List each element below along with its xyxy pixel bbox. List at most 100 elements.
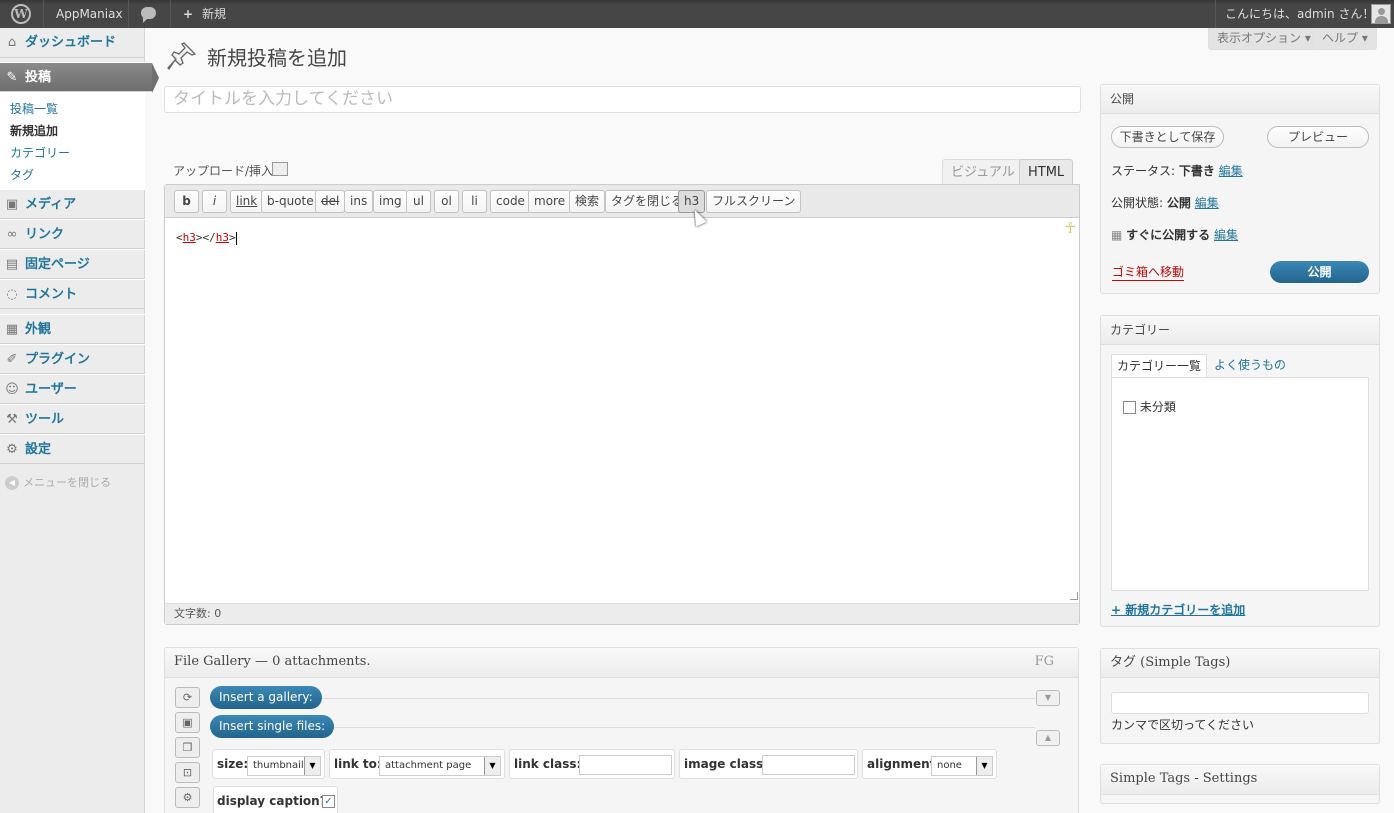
post-visibility: 公開状態: 公開 編集 xyxy=(1111,194,1219,211)
divider xyxy=(43,0,44,28)
lock-icon[interactable]: ⊡ xyxy=(175,762,200,783)
add-new-category-link[interactable]: + 新規カテゴリーを追加 xyxy=(1111,601,1245,618)
qt-italic-button[interactable]: i xyxy=(202,190,227,213)
qt-img-button[interactable]: img xyxy=(373,190,408,213)
category-box-title[interactable]: カテゴリー xyxy=(1101,316,1379,345)
qt-ul-button[interactable]: ul xyxy=(406,190,431,213)
submenu-all-posts[interactable]: 投稿一覧 xyxy=(10,100,58,117)
qt-lookup-button[interactable]: 検索 xyxy=(569,190,606,213)
tab-all-categories[interactable]: カテゴリー一覧 xyxy=(1111,354,1208,377)
category-checkbox[interactable] xyxy=(1123,401,1136,414)
edit-status-link[interactable]: 編集 xyxy=(1219,164,1243,178)
display-caption-field: display caption? ✓ xyxy=(213,786,338,813)
menu-appearance[interactable]: ▦ 外観 xyxy=(0,314,145,344)
insert-gallery-button[interactable]: Insert a gallery: xyxy=(210,686,322,709)
qt-del-button[interactable]: del xyxy=(315,190,346,213)
menu-dashboard[interactable]: ⌂ ダッシュボード xyxy=(0,28,145,58)
menu-label: メディア xyxy=(25,197,77,212)
code-tag: h3 xyxy=(182,231,196,244)
insert-single-files-button[interactable]: Insert single files: xyxy=(210,715,335,738)
link-to-select[interactable]: attachment page ▼ xyxy=(379,756,501,776)
comments-icon[interactable] xyxy=(141,7,156,23)
tab-visual[interactable]: ビジュアル xyxy=(942,159,1024,185)
qt-link-button[interactable]: link xyxy=(230,190,264,213)
post-content-textarea[interactable]: <h3></h3> xyxy=(176,231,237,245)
submenu-categories[interactable]: カテゴリー xyxy=(10,144,70,161)
site-name-link[interactable]: AppManiax xyxy=(56,0,123,28)
tab-most-used[interactable]: よく使うもの xyxy=(1209,354,1291,377)
publish-box: 公開 下書きとして保存 プレビュー ステータス: 下書き 編集 公開状態: 公開… xyxy=(1100,84,1380,294)
word-count: 文字数: 0 xyxy=(165,603,1079,624)
divider xyxy=(315,698,1035,699)
avatar[interactable] xyxy=(1371,4,1391,24)
menu-tools[interactable]: ⚒ ツール xyxy=(0,404,145,434)
tags-hint: カンマで区切ってください xyxy=(1111,718,1255,732)
tags-input[interactable] xyxy=(1111,692,1369,714)
publish-box-title[interactable]: 公開 xyxy=(1101,85,1379,114)
category-label: 未分類 xyxy=(1139,400,1176,414)
collapse-label: メニューを閉じる xyxy=(23,476,111,489)
chevron-up-icon[interactable]: ▲ xyxy=(1036,730,1060,746)
post-title-input[interactable]: タイトルを入力してください xyxy=(164,86,1081,113)
menu-posts[interactable]: ✎ 投稿 xyxy=(0,62,159,93)
qt-close-tags-button[interactable]: タグを閉じる xyxy=(605,190,690,213)
wordpress-logo-icon[interactable]: W xyxy=(11,4,31,24)
qt-ol-button[interactable]: ol xyxy=(434,190,459,213)
preview-button[interactable]: プレビュー xyxy=(1267,126,1369,148)
move-to-trash-link[interactable]: ゴミ箱へ移動 xyxy=(1112,263,1185,281)
tools-icon: ⚒ xyxy=(6,412,18,427)
qt-more-button[interactable]: more xyxy=(528,190,572,213)
image-class-field: image class: xyxy=(679,749,858,779)
menu-comments[interactable]: ◌ コメント xyxy=(0,279,145,309)
link-to-field: link to: attachment page ▼ xyxy=(329,749,505,779)
menu-links[interactable]: ∞ リンク xyxy=(0,219,145,249)
size-select[interactable]: thumbnail ▼ xyxy=(247,756,321,776)
chevron-down-icon: ▼ xyxy=(484,757,500,775)
submenu-tags[interactable]: タグ xyxy=(10,166,34,183)
menu-media[interactable]: ▣ メディア xyxy=(0,189,145,219)
posts-submenu: 投稿一覧 新規追加 カテゴリー タグ xyxy=(0,92,145,190)
menu-pages[interactable]: ▤ 固定ページ xyxy=(0,249,145,279)
qt-ins-button[interactable]: ins xyxy=(344,190,374,213)
save-draft-button[interactable]: 下書きとして保存 xyxy=(1111,126,1224,148)
copy-icon[interactable]: ❐ xyxy=(175,737,200,758)
help-tab[interactable]: ヘルプ ▾ xyxy=(1313,28,1377,50)
refresh-icon[interactable]: ⟳ xyxy=(175,687,200,708)
menu-plugins[interactable]: ✐ プラグイン xyxy=(0,344,145,374)
greeting-link[interactable]: こんにちは、admin さん！ xyxy=(1225,0,1374,28)
new-content-link[interactable]: 新規 xyxy=(202,0,226,28)
simple-tags-settings-title[interactable]: Simple Tags - Settings xyxy=(1101,765,1379,795)
menu-users[interactable]: ☺ ユーザー xyxy=(0,374,145,404)
image-class-input[interactable] xyxy=(762,755,855,775)
category-item[interactable]: 未分類 xyxy=(1123,398,1176,415)
tags-box-title[interactable]: タグ (Simple Tags) xyxy=(1101,649,1379,678)
add-media-icon[interactable] xyxy=(272,162,288,176)
gear-icon[interactable]: ⚙ xyxy=(175,787,200,808)
qt-fullscreen-button[interactable]: フルスクリーン xyxy=(706,190,802,213)
edit-visibility-link[interactable]: 編集 xyxy=(1195,196,1219,210)
tab-html[interactable]: HTML xyxy=(1019,159,1074,185)
link-class-input[interactable] xyxy=(579,755,672,775)
qt-bold-button[interactable]: b xyxy=(174,190,199,213)
file-gallery-header[interactable]: File Gallery — 0 attachments. FG xyxy=(165,648,1078,678)
qt-bquote-button[interactable]: b-quote xyxy=(261,190,320,213)
alignment-select[interactable]: none ▼ xyxy=(931,756,993,776)
menu-label: プラグイン xyxy=(25,352,91,367)
dashboard-icon: ⌂ xyxy=(7,35,17,50)
edit-schedule-link[interactable]: 編集 xyxy=(1214,228,1238,242)
gallery-icon[interactable]: ▣ xyxy=(175,712,200,733)
publish-button[interactable]: 公開 xyxy=(1270,261,1369,283)
menu-label: 固定ページ xyxy=(25,257,90,272)
resize-handle[interactable] xyxy=(1070,592,1078,600)
menu-settings[interactable]: ⚙ 設定 xyxy=(0,434,145,464)
qt-code-button[interactable]: code xyxy=(490,190,531,213)
alignment-field: alignment: none ▼ xyxy=(862,749,997,779)
submenu-add-new[interactable]: 新規追加 xyxy=(10,122,58,139)
menu-label: コメント xyxy=(25,287,78,302)
collapse-menu-button[interactable]: ◀ メニューを閉じる xyxy=(5,474,111,490)
display-caption-checkbox[interactable]: ✓ xyxy=(322,795,335,808)
chevron-down-icon[interactable]: ▼ xyxy=(1036,690,1060,706)
pages-icon: ▤ xyxy=(5,257,19,272)
screen-options-tab[interactable]: 表示オプション ▾ xyxy=(1208,28,1320,50)
qt-li-button[interactable]: li xyxy=(462,190,487,213)
